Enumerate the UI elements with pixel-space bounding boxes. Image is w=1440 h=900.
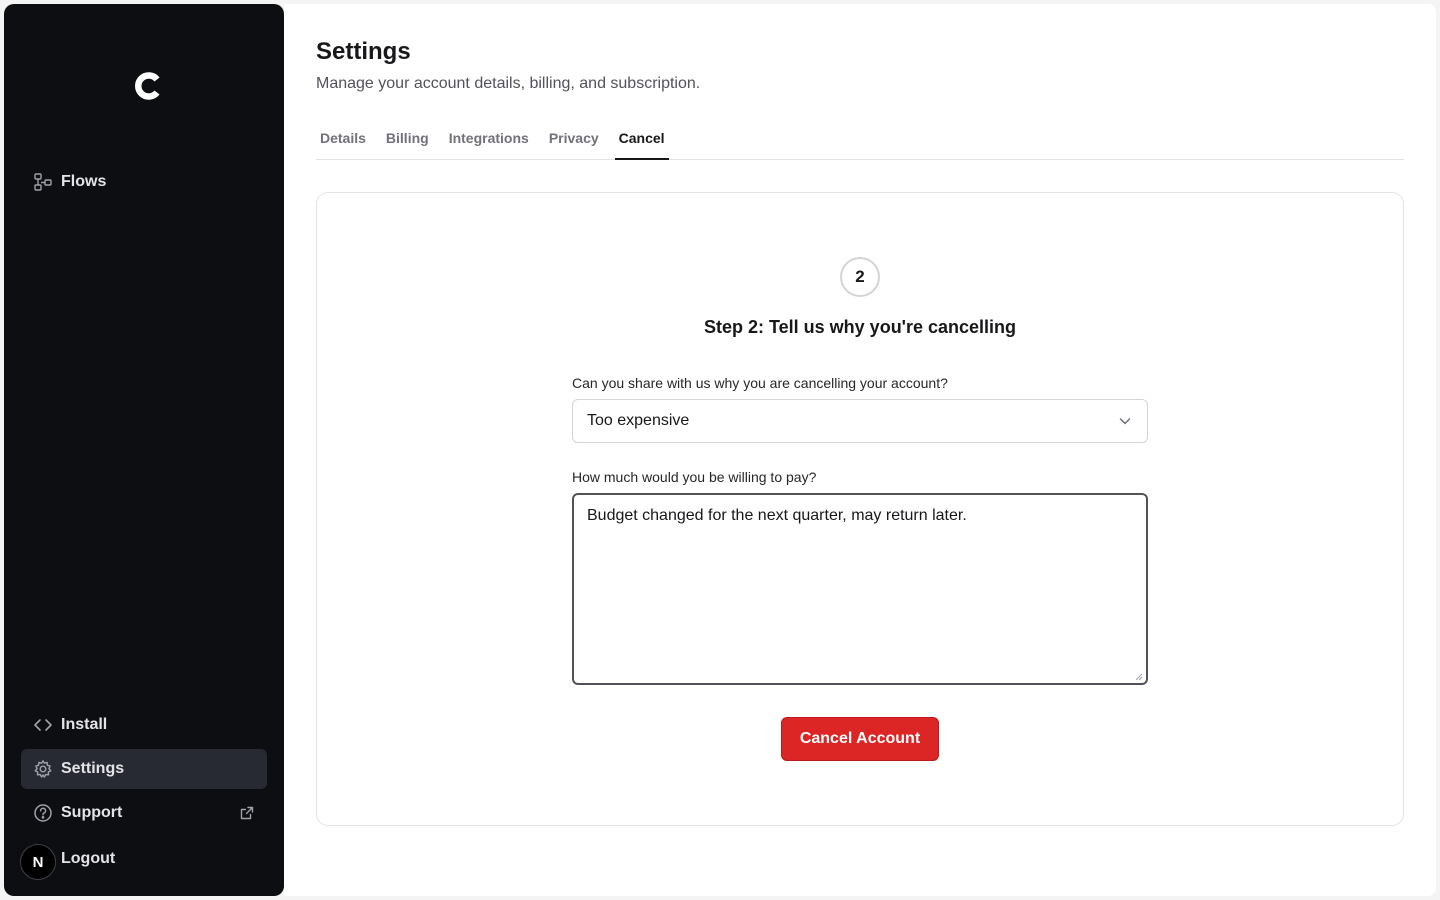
settings-tabs: Details Billing Integrations Privacy Can… — [316, 122, 1404, 160]
sidebar-item-settings[interactable]: Settings — [21, 749, 267, 789]
tab-details[interactable]: Details — [316, 122, 370, 160]
main-content: Settings Manage your account details, bi… — [284, 4, 1436, 896]
step-title: Step 2: Tell us why you're cancelling — [703, 317, 1017, 337]
tab-billing[interactable]: Billing — [382, 122, 433, 160]
help-circle-icon — [33, 803, 53, 823]
app-root: Flows Install Settings Support N Logout … — [0, 0, 1440, 900]
chevron-down-icon — [1117, 413, 1133, 429]
reason-select-value: Too expensive — [587, 412, 690, 429]
logo-icon — [135, 72, 160, 100]
sidebar-item-install[interactable]: Install — [21, 705, 267, 745]
sidebar: Flows Install Settings Support N Logout — [4, 4, 284, 896]
flows-icon — [33, 172, 53, 192]
brand-logo[interactable] — [128, 66, 168, 106]
gear-icon — [33, 759, 53, 779]
reason-label: Can you share with us why you are cancel… — [572, 375, 948, 391]
external-link-icon — [239, 805, 255, 821]
logout-link[interactable]: Logout — [61, 850, 115, 868]
reason-select[interactable]: Too expensive — [572, 399, 1148, 443]
sidebar-item-label: Flows — [61, 173, 107, 190]
sidebar-item-flows[interactable]: Flows — [21, 162, 267, 202]
cancel-account-button[interactable]: Cancel Account — [781, 717, 939, 761]
avatar-initial: N — [32, 853, 44, 871]
tab-integrations[interactable]: Integrations — [445, 122, 533, 160]
cancel-card: 2 Step 2: Tell us why you're cancelling … — [316, 192, 1404, 826]
step-number: 2 — [855, 267, 865, 286]
sidebar-item-label: Support — [61, 804, 123, 821]
pay-label: How much would you be willing to pay? — [572, 469, 817, 485]
sidebar-item-label: Settings — [61, 760, 125, 777]
pay-textarea[interactable]: Budget changed for the next quarter, may… — [572, 493, 1148, 685]
code-icon — [33, 715, 53, 735]
tab-privacy[interactable]: Privacy — [545, 122, 603, 160]
avatar[interactable]: N — [20, 844, 56, 880]
page-subtitle: Manage your account details, billing, an… — [316, 75, 701, 92]
sidebar-item-support[interactable]: Support — [21, 793, 267, 833]
resize-grip-icon[interactable] — [1133, 671, 1143, 681]
page-title: Settings — [316, 38, 411, 65]
tab-cancel[interactable]: Cancel — [614, 122, 669, 160]
step-indicator: 2 — [840, 257, 880, 297]
sidebar-item-label: Install — [61, 716, 108, 733]
